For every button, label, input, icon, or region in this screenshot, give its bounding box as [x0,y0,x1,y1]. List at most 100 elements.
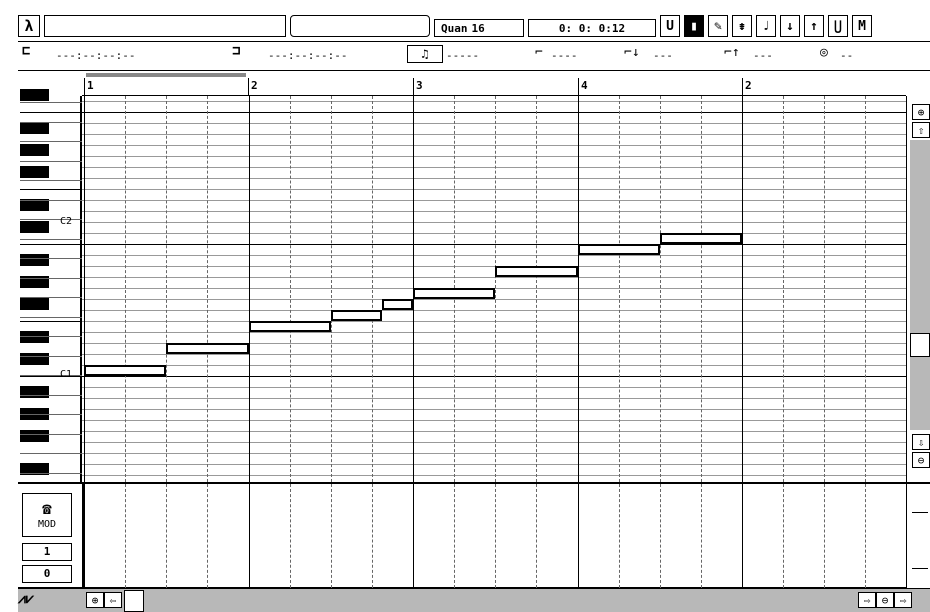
white-key[interactable] [20,297,82,298]
controller-lane[interactable] [18,482,930,588]
white-key[interactable] [20,453,82,454]
beat-line [371,96,373,482]
mute-tool-button[interactable]: M [852,15,872,37]
white-key[interactable] [20,180,82,181]
name-input[interactable] [290,15,430,37]
white-key[interactable] [20,258,82,259]
controller-value-2[interactable]: 0 [22,565,72,583]
midi-note[interactable] [659,233,742,244]
midi-note[interactable] [248,321,331,332]
key-label-c2: C2 [60,216,73,227]
controller-select-button[interactable]: ☎ MOD [22,493,72,537]
white-key[interactable] [20,375,82,376]
scroll-up-icon[interactable]: ⇧ [912,122,930,138]
note-icon[interactable]: ♫ [407,45,443,63]
white-key[interactable] [20,219,82,220]
white-key[interactable] [20,238,82,240]
black-key[interactable] [20,298,49,310]
horizontal-scroll-thumb[interactable] [124,590,144,612]
white-key-divider [20,321,82,322]
eraser-tool-button[interactable]: ⇟ [732,15,752,37]
midi-note[interactable] [495,266,578,277]
velocity-down-icon[interactable]: ⌐↓ [624,46,640,59]
down-tool-button[interactable]: ↓ [780,15,800,37]
white-key[interactable] [20,102,82,103]
midi-note[interactable] [382,299,413,310]
controller-icon: ☎ [42,498,52,518]
black-key[interactable] [20,144,49,156]
black-key[interactable] [20,166,49,178]
ruler-tick [248,78,249,96]
velocity-up-icon[interactable]: ⌐↑ [724,46,740,59]
link-icon[interactable]: ⊏ [22,44,30,58]
quantize-value: 16 [471,21,485,35]
tempo-icon[interactable]: ⩘⩗ [18,592,34,606]
midi-note[interactable] [330,310,383,321]
pencil-tool-icon: ✎ [714,18,722,34]
ruler-tick [742,78,743,96]
controller-value-1[interactable]: 1 [22,543,72,561]
controller-beat-line [125,484,127,588]
scroll-track[interactable] [910,140,930,430]
scroll-thumb[interactable] [910,333,930,357]
zoom-out-icon[interactable]: ⊖ [876,592,894,608]
pencil-tool-button[interactable]: ✎ [708,15,728,37]
controller-beat-line [454,484,456,588]
black-key[interactable] [20,254,49,266]
scroll-left-icon[interactable]: ⇦ [104,592,122,608]
select-tool-button[interactable]: ▮ [684,15,704,37]
pointer-button[interactable]: λ [18,15,40,37]
note-tool-icon: ♩ [762,18,770,34]
quantize-field[interactable]: Quan 16 [434,19,524,37]
white-key[interactable] [20,277,82,279]
white-key[interactable] [20,414,82,415]
velocity-up-value: --- [753,49,773,62]
zoom-out-icon[interactable]: ⊖ [912,452,930,468]
black-key[interactable] [20,331,49,343]
controller-scrollbar[interactable] [906,484,930,588]
zoom-in-icon[interactable]: ⊕ [912,104,930,120]
beat-line [618,96,620,482]
u-tool-button[interactable]: U [660,15,680,37]
scroll-right-end-icon[interactable]: ⇨ [894,592,912,608]
ruler-marker: 2 [251,79,258,92]
white-key[interactable] [20,121,82,123]
zoom-in-icon[interactable]: ⊕ [86,592,104,608]
controller-tick [912,568,928,569]
flag-icon[interactable]: ⌐ [535,46,543,59]
midi-note[interactable] [413,288,496,299]
white-key[interactable] [20,355,82,357]
velocity-down-value: --- [653,49,673,62]
up-tool-button[interactable]: ↑ [804,15,824,37]
position-display[interactable]: 0: 0: 0:12 [528,19,656,37]
track-name-field[interactable] [44,15,286,37]
note-tool-button[interactable]: ♩ [756,15,776,37]
horizontal-scrollbar[interactable] [18,588,930,612]
black-key[interactable] [20,430,49,442]
channel-icon[interactable]: ◎ [820,46,828,59]
white-key[interactable] [20,472,82,474]
white-key[interactable] [20,433,82,435]
white-key[interactable] [20,199,82,201]
black-key[interactable] [20,122,49,134]
scroll-right-icon[interactable]: ⇨ [858,592,876,608]
black-key[interactable] [20,386,49,398]
midi-note[interactable] [84,365,167,376]
black-key[interactable] [20,199,49,211]
white-key[interactable] [20,141,82,142]
white-key[interactable] [20,336,82,337]
white-key[interactable] [20,394,82,396]
eraser-tool-icon: ⇟ [738,18,746,34]
black-key[interactable] [20,89,49,101]
midi-note[interactable] [166,343,249,354]
white-key[interactable] [20,316,82,318]
black-key[interactable] [20,221,49,233]
midi-note[interactable] [577,244,660,255]
controller-beat-line [371,484,373,588]
end-bracket-icon[interactable]: ⊐ [232,44,240,58]
loop-bar[interactable] [86,73,246,77]
controller-beat-line [495,484,497,588]
scroll-down-icon[interactable]: ⇩ [912,434,930,450]
cup-tool-button[interactable]: ⋃ [828,15,848,37]
white-key[interactable] [20,160,82,162]
